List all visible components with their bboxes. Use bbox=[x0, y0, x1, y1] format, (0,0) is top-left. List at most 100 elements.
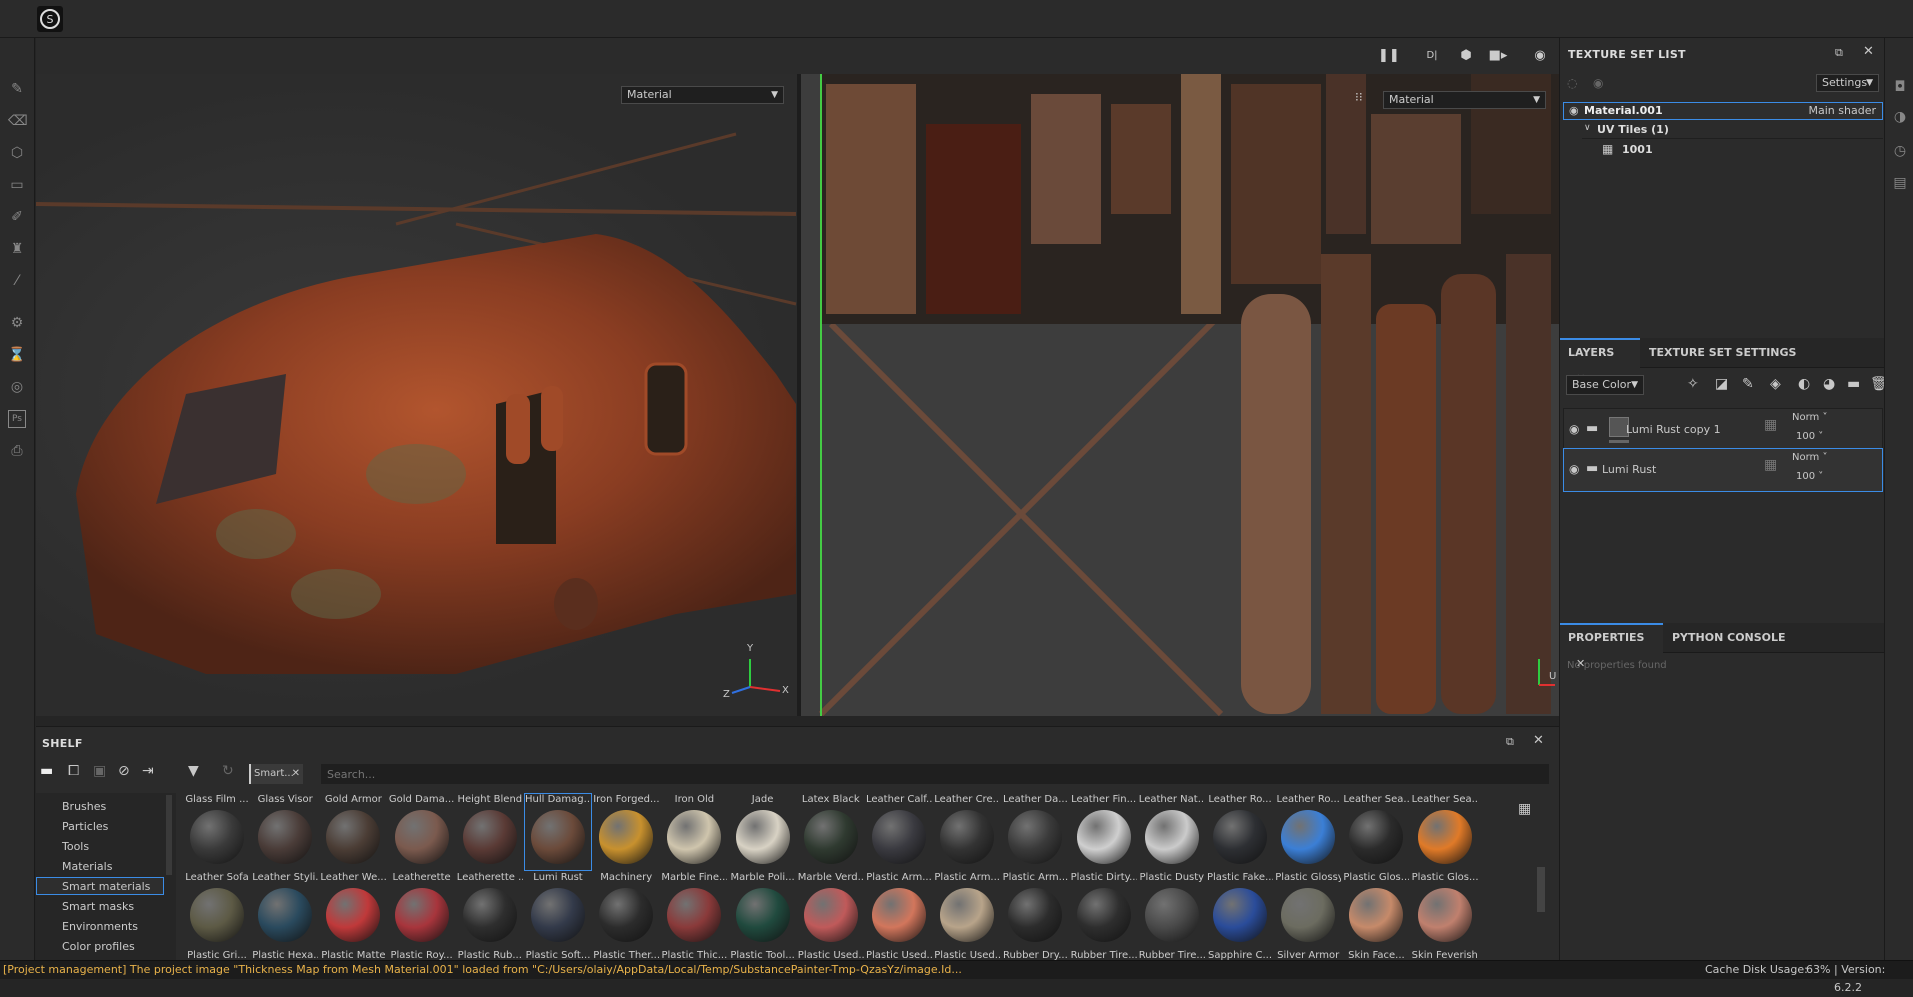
import-icon[interactable]: ⇥ bbox=[142, 763, 154, 779]
material-item[interactable]: Latex Black bbox=[798, 793, 864, 864]
cube-icon[interactable]: ⬢ bbox=[1456, 46, 1476, 66]
material-item[interactable]: Machinery bbox=[593, 871, 659, 942]
split-view-icon[interactable]: D| bbox=[1422, 46, 1442, 66]
add-smart-material-icon[interactable]: ◕ bbox=[1823, 376, 1835, 392]
category-smart-masks[interactable]: Smart masks bbox=[62, 900, 134, 913]
new-item-icon[interactable]: ⧠ bbox=[68, 763, 79, 779]
tab-properties[interactable]: PROPERTIES ✕ bbox=[1560, 623, 1663, 670]
material-item[interactable]: Leather Fin... bbox=[1071, 793, 1137, 864]
plugin-icon[interactable]: ◎ bbox=[8, 378, 26, 396]
material-item[interactable]: Leather Da... bbox=[1002, 793, 1068, 864]
float-panel-icon[interactable]: ⧉ bbox=[1506, 735, 1514, 749]
close-icon[interactable]: ✕ bbox=[1533, 733, 1544, 748]
add-fill-layer-icon[interactable]: ◈ bbox=[1770, 376, 1781, 392]
material-item[interactable]: Leather Sofa bbox=[184, 871, 250, 942]
viewport-2d[interactable]: ⁝⁝ Material ▼ U bbox=[801, 74, 1559, 716]
material-item[interactable]: Leather Calf... bbox=[866, 793, 932, 864]
eye-icon[interactable]: ◉ bbox=[1569, 422, 1579, 436]
category-smart-materials[interactable]: Smart materials bbox=[36, 877, 164, 895]
channel-dropdown[interactable]: Base Color ▼ bbox=[1566, 375, 1644, 395]
display-settings-icon[interactable]: ◑ bbox=[1891, 108, 1909, 126]
add-folder-icon[interactable]: ▬ bbox=[1847, 376, 1860, 392]
clone-stamp-icon[interactable]: ♜ bbox=[8, 240, 26, 258]
material-item[interactable]: Leather Ro... bbox=[1275, 793, 1341, 864]
hide-icon[interactable]: ◌ bbox=[1567, 76, 1577, 90]
polygon-fill-icon[interactable]: ▭ bbox=[8, 176, 26, 194]
opacity-select[interactable]: 100 ˅ bbox=[1796, 471, 1823, 482]
material-item[interactable]: Leather Cre... bbox=[934, 793, 1000, 864]
material-item[interactable]: Glass Film ... bbox=[184, 793, 250, 864]
history-icon[interactable]: ◷ bbox=[1891, 142, 1909, 160]
grid-options-icon[interactable]: ⁝⁝ bbox=[1355, 90, 1369, 104]
screenshot-icon[interactable]: ◉ bbox=[1530, 46, 1550, 66]
category-environments[interactable]: Environments bbox=[62, 920, 138, 933]
uv-tiles-row[interactable]: ∨ UV Tiles (1) bbox=[1582, 122, 1883, 139]
material-item[interactable]: Glass Visor bbox=[252, 793, 318, 864]
bake-settings-icon[interactable]: ⚙ bbox=[8, 314, 26, 332]
category-color-profiles[interactable]: Color profiles bbox=[62, 940, 135, 953]
material-item[interactable]: Leatherette bbox=[389, 871, 455, 942]
hourglass-icon[interactable]: ⌛ bbox=[8, 346, 26, 364]
close-icon[interactable]: ✕ bbox=[1863, 44, 1874, 59]
paint-brush-icon[interactable]: ✎ bbox=[8, 80, 26, 98]
material-item[interactable]: Leather Ro... bbox=[1207, 793, 1273, 864]
material-item[interactable]: Iron Forged... bbox=[593, 793, 659, 864]
photoshop-export-icon[interactable]: Ps bbox=[8, 410, 26, 428]
texture-set-settings-dropdown[interactable]: Settings ▼ bbox=[1816, 74, 1879, 92]
material-item[interactable]: Leather Sea... bbox=[1412, 793, 1478, 864]
opacity-select[interactable]: 100 ˅ bbox=[1796, 431, 1823, 442]
tab-python-console[interactable]: PYTHON CONSOLE bbox=[1664, 623, 1794, 653]
material-item[interactable]: Plastic Dirty... bbox=[1071, 871, 1137, 942]
add-effect-icon[interactable]: ◐ bbox=[1798, 376, 1810, 392]
layer-row[interactable]: ◉ ▬ Lumi Rust copy 1 ▦ Norm ˅ 100 ˅ bbox=[1563, 408, 1883, 452]
eye-icon[interactable]: ◉ bbox=[1593, 76, 1603, 90]
eye-icon[interactable]: ◉ bbox=[1569, 462, 1579, 476]
tab-texture-set-settings[interactable]: TEXTURE SET SETTINGS bbox=[1641, 338, 1804, 368]
viewport-3d[interactable]: Material ▼ Y X Z bbox=[36, 74, 797, 716]
eye-icon[interactable]: ◉ bbox=[1569, 104, 1579, 117]
tab-layers[interactable]: LAYERS ✕ bbox=[1560, 338, 1640, 385]
category-brushes[interactable]: Brushes bbox=[62, 800, 106, 813]
refresh-icon[interactable]: ↻ bbox=[222, 763, 234, 779]
color-picker-icon[interactable]: ⁄ bbox=[8, 272, 26, 290]
grid-view-icon[interactable]: ▦ bbox=[1518, 801, 1531, 817]
blend-mode-select[interactable]: Norm ˅ bbox=[1792, 412, 1827, 423]
viewport-3d-mode-dropdown[interactable]: Material ▼ bbox=[621, 86, 784, 104]
substance-logo-icon[interactable]: S bbox=[37, 6, 63, 32]
camera-icon[interactable]: ■▸ bbox=[1488, 46, 1508, 66]
camera-settings-icon[interactable]: ◘ bbox=[1891, 78, 1909, 96]
eraser-icon[interactable]: ⌫ bbox=[8, 112, 28, 130]
material-item[interactable]: Gold Dama... bbox=[389, 793, 455, 864]
material-item[interactable]: Marble Fine... bbox=[661, 871, 727, 942]
material-item[interactable]: Plastic Glossy bbox=[1275, 871, 1341, 942]
material-item[interactable]: Height Blend bbox=[457, 793, 523, 864]
chevron-down-icon[interactable]: ∨ bbox=[1584, 123, 1591, 133]
material-item[interactable]: Leather Sea... bbox=[1343, 793, 1409, 864]
viewport-2d-mode-dropdown[interactable]: Material ▼ bbox=[1383, 91, 1546, 109]
hide-icon[interactable]: ⊘ bbox=[118, 763, 130, 779]
close-icon[interactable]: ✕ bbox=[292, 764, 300, 784]
smudge-icon[interactable]: ✐ bbox=[8, 208, 26, 226]
material-item[interactable]: Hull Damag... bbox=[525, 793, 591, 864]
material-item[interactable]: Leather Styli... bbox=[252, 871, 318, 942]
material-item[interactable]: Leather We... bbox=[320, 871, 386, 942]
category-scrollbar[interactable] bbox=[166, 795, 172, 875]
category-tools[interactable]: Tools bbox=[62, 840, 89, 853]
save-icon[interactable]: ▣ bbox=[93, 763, 106, 779]
material-item[interactable]: Gold Armor bbox=[320, 793, 386, 864]
material-item[interactable]: Leatherette ... bbox=[457, 871, 523, 942]
uv-tile-row[interactable]: ▦ 1001 bbox=[1600, 142, 1883, 159]
material-item[interactable]: Plastic Dusty bbox=[1139, 871, 1205, 942]
blend-mode-select[interactable]: Norm ˅ bbox=[1792, 452, 1827, 463]
material-item[interactable]: Plastic Arm... bbox=[1002, 871, 1068, 942]
magic-wand-icon[interactable]: ✧ bbox=[1687, 376, 1699, 392]
filter-icon[interactable]: ▼ bbox=[188, 763, 199, 779]
add-paint-layer-icon[interactable]: ✎ bbox=[1742, 376, 1754, 392]
material-item[interactable]: Marble Poli... bbox=[730, 871, 796, 942]
add-mask-icon[interactable]: ◪ bbox=[1715, 376, 1728, 392]
layer-row[interactable]: ◉ ▬ Lumi Rust ▦ Norm ˅ 100 ˅ bbox=[1563, 448, 1883, 492]
material-item[interactable]: Iron Old bbox=[661, 793, 727, 864]
log-icon[interactable]: ▤ bbox=[1891, 174, 1909, 192]
texture-set-row[interactable]: ◉ Material.001 Main shader bbox=[1563, 102, 1883, 120]
grid-scrollbar[interactable] bbox=[1537, 867, 1545, 912]
